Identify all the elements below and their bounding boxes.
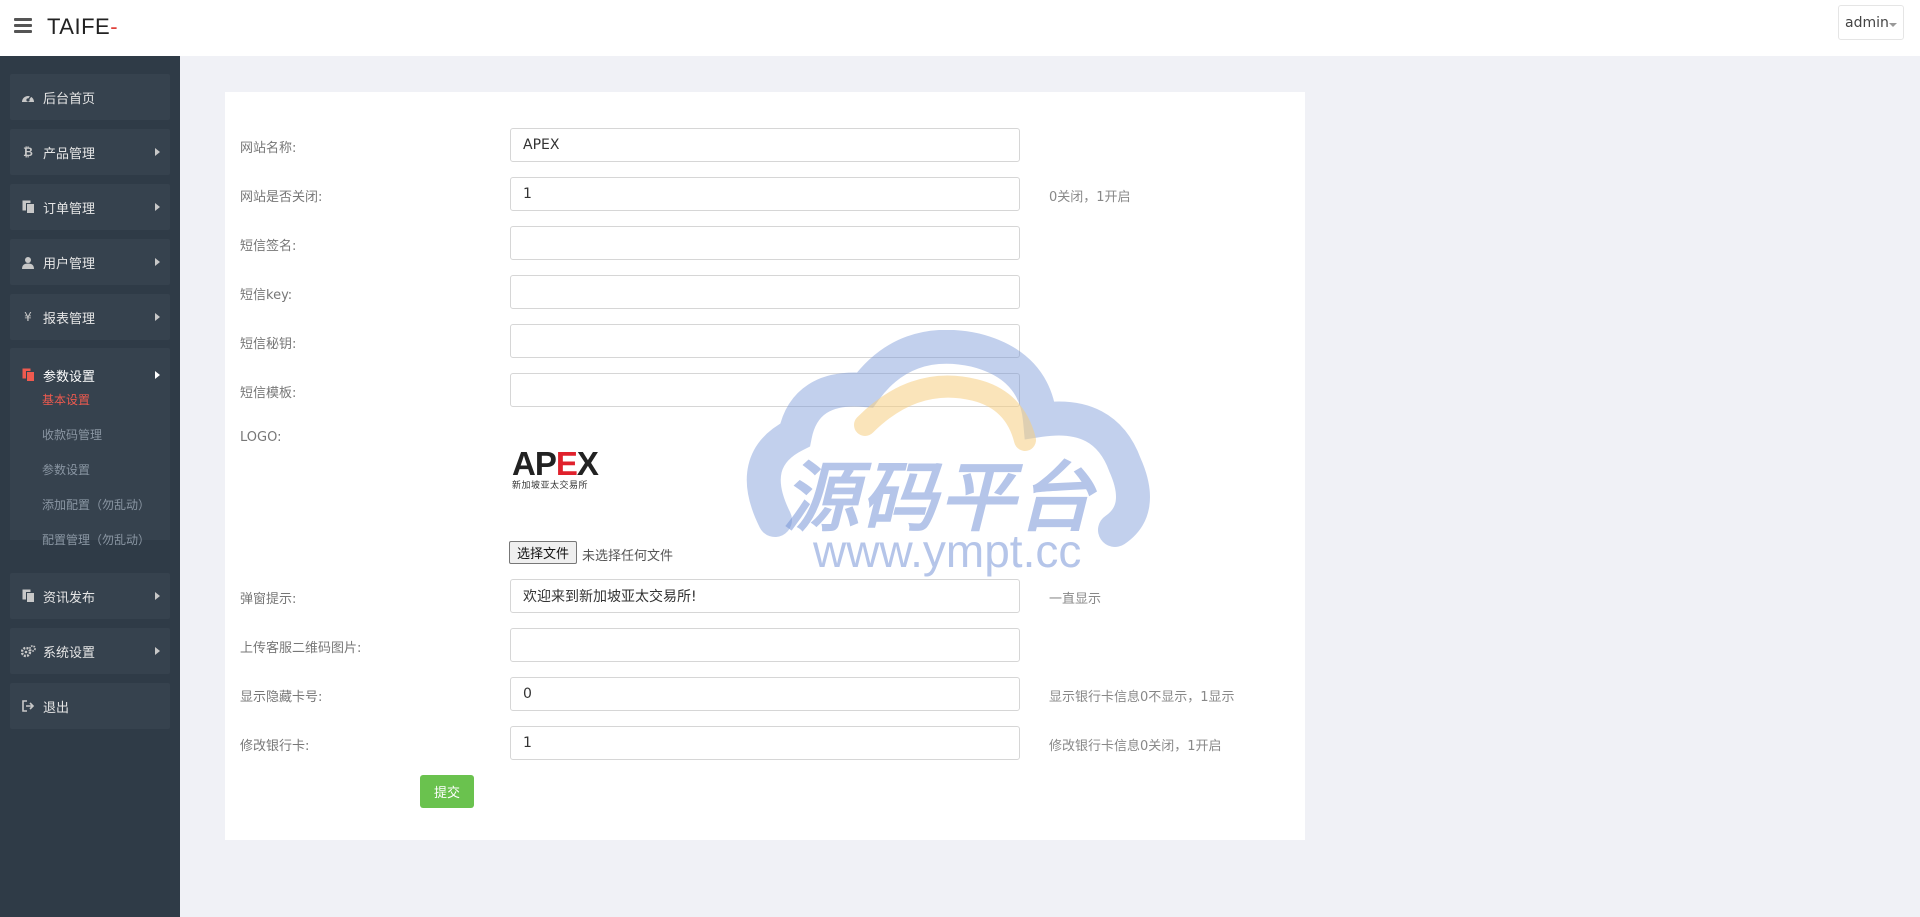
gears-icon: [20, 643, 36, 659]
copy-icon: [20, 199, 36, 215]
choose-file-button[interactable]: 选择文件: [509, 541, 578, 564]
logo-subtitle: 新加坡亚太交易所: [512, 481, 589, 491]
chevron-right-icon: [155, 148, 160, 156]
edit-card-hint: 修改银行卡信息0关闭，1开启: [1049, 739, 1222, 754]
chevron-right-icon: [155, 647, 160, 655]
chevron-right-icon: [155, 371, 160, 379]
sidebar-item-reports[interactable]: ¥ 报表管理: [10, 294, 170, 340]
hide-card-input[interactable]: [510, 677, 1020, 711]
submenu-item-add-config[interactable]: 添加配置（勿乱动）: [42, 496, 150, 513]
popup-tip-label: 弹窗提示:: [240, 592, 297, 607]
site-closed-hint: 0关闭，1开启: [1049, 190, 1131, 205]
submenu-item-config-manage[interactable]: 配置管理（勿乱动）: [42, 531, 150, 548]
logo-word-ap: AP: [512, 445, 557, 482]
sms-template-label: 短信模板:: [240, 386, 297, 401]
sidebar-item-label: 后台首页: [43, 92, 96, 107]
chevron-right-icon: [155, 203, 160, 211]
sidebar-item-dashboard[interactable]: 后台首页: [10, 74, 170, 120]
caret-down-icon: [1889, 23, 1897, 27]
sidebar-item-label: 订单管理: [43, 202, 96, 217]
sidebar-item-label: 产品管理: [43, 147, 96, 162]
sidebar-item-label: 用户管理: [43, 257, 96, 272]
site-name-input[interactable]: [510, 128, 1020, 162]
user-icon: [20, 254, 36, 270]
sidebar-item-label: 报表管理: [43, 312, 96, 327]
site-closed-input[interactable]: [510, 177, 1020, 211]
bitcoin-icon: ₿: [23, 145, 33, 159]
sms-sign-label: 短信签名:: [240, 239, 297, 254]
qr-upload-input[interactable]: [510, 628, 1020, 662]
popup-tip-input[interactable]: [510, 579, 1020, 613]
yen-icon: ¥: [24, 310, 32, 324]
sidebar: 后台首页 ₿ 产品管理 订单管理 用户管理 ¥ 报表管理 参数设置 基本设置 收…: [0, 56, 180, 917]
user-label: admin: [1845, 15, 1889, 31]
copy-icon: [20, 367, 36, 383]
submenu-item-payment-qr[interactable]: 收款码管理: [42, 426, 102, 443]
popup-tip-hint: 一直显示: [1049, 592, 1102, 607]
site-name-label: 网站名称:: [240, 141, 297, 156]
brand-logo[interactable]: TAIFE-: [47, 14, 118, 40]
sidebar-item-label: 退出: [43, 701, 70, 716]
sms-key-input[interactable]: [510, 275, 1020, 309]
sign-out-icon: [20, 698, 36, 714]
sms-secret-label: 短信秘钥:: [240, 337, 297, 352]
sidebar-item-products[interactable]: ₿ 产品管理: [10, 129, 170, 175]
chevron-right-icon: [155, 313, 160, 321]
hide-card-label: 显示隐藏卡号:: [240, 690, 323, 705]
logo-label: LOGO:: [240, 430, 282, 445]
edit-card-input[interactable]: [510, 726, 1020, 760]
chevron-right-icon: [155, 592, 160, 600]
top-header: TAIFE- admin: [0, 0, 1920, 56]
sidebar-item-orders[interactable]: 订单管理: [10, 184, 170, 230]
sms-secret-input[interactable]: [510, 324, 1020, 358]
site-closed-label: 网站是否关闭:: [240, 190, 323, 205]
edit-card-label: 修改银行卡:: [240, 739, 310, 754]
sidebar-item-system[interactable]: 系统设置: [10, 628, 170, 674]
copy-icon: [20, 588, 36, 604]
sidebar-item-logout[interactable]: 退出: [10, 683, 170, 729]
brand-suffix: -: [110, 14, 119, 39]
sms-template-input[interactable]: [510, 373, 1020, 407]
submenu-item-params[interactable]: 参数设置: [42, 461, 90, 478]
dashboard-icon: [20, 89, 36, 105]
submenu-item-basic-settings[interactable]: 基本设置: [42, 391, 90, 408]
sms-sign-input[interactable]: [510, 226, 1020, 260]
qr-upload-label: 上传客服二维码图片:: [240, 641, 362, 656]
sidebar-item-label: 资讯发布: [43, 591, 96, 606]
logo-word-x: X: [576, 445, 599, 482]
user-menu-dropdown[interactable]: admin: [1838, 5, 1904, 40]
menu-toggle-icon[interactable]: [14, 18, 32, 34]
sidebar-submenu: 基本设置 收款码管理 参数设置 添加配置（勿乱动） 配置管理（勿乱动）: [10, 382, 170, 547]
sidebar-item-label: 系统设置: [43, 646, 96, 661]
file-status-text: 未选择任何文件: [582, 549, 674, 564]
logo-word-e: E: [555, 445, 578, 482]
sidebar-item-users[interactable]: 用户管理: [10, 239, 170, 285]
submit-button[interactable]: 提交: [420, 775, 474, 808]
logo-wordmark: APEX: [512, 447, 612, 481]
brand-text: TAIFE: [47, 14, 111, 39]
sms-key-label: 短信key:: [240, 288, 293, 303]
logo-preview-image: APEX 新加坡亚太交易所: [512, 447, 612, 493]
hide-card-hint: 显示银行卡信息0不显示，1显示: [1049, 690, 1235, 705]
sidebar-item-news[interactable]: 资讯发布: [10, 573, 170, 619]
chevron-right-icon: [155, 258, 160, 266]
